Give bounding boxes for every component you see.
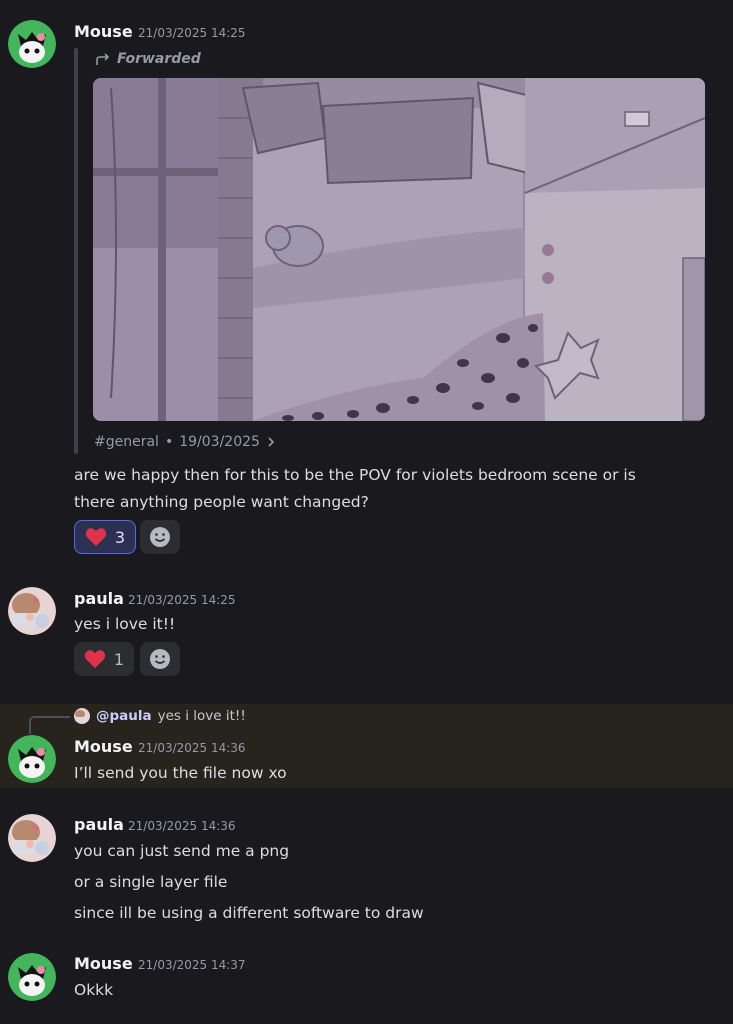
message-timestamp: 21/03/2025 14:36	[128, 819, 236, 833]
avatar-mouse[interactable]	[8, 20, 56, 68]
reaction-heart-button[interactable]: 3	[74, 520, 136, 554]
author-name[interactable]: paula	[74, 589, 124, 608]
forwarded-label: Forwarded	[117, 51, 201, 67]
message-text: since ill be using a different software …	[74, 904, 424, 922]
forwarded-header: Forwarded	[95, 51, 201, 67]
avatar-mouse[interactable]	[8, 735, 56, 783]
reply-text: yes i love it!!	[157, 708, 246, 724]
chevron-right-icon[interactable]	[266, 436, 276, 448]
heart-emoji-icon	[84, 650, 106, 669]
forward-source-date: 19/03/2025	[179, 434, 260, 450]
message-text: there anything people want changed?	[74, 493, 369, 511]
smiley-add-reaction-icon	[150, 527, 170, 547]
message-timestamp: 21/03/2025 14:36	[138, 741, 246, 755]
smiley-add-reaction-icon	[150, 649, 170, 669]
message-text: I’ll send you the file now xo	[74, 764, 287, 782]
avatar-paula[interactable]	[8, 587, 56, 635]
author-name[interactable]: Mouse	[74, 22, 133, 41]
message-text: you can just send me a png	[74, 842, 290, 860]
reply-mention[interactable]: @paula	[96, 708, 152, 724]
forwarded-image[interactable]	[93, 78, 705, 421]
separator-dot: •	[164, 434, 174, 450]
message-timestamp: 21/03/2025 14:37	[138, 958, 246, 972]
forward-source[interactable]: #general • 19/03/2025	[94, 434, 276, 450]
author-name[interactable]: Mouse	[74, 737, 133, 756]
message-text: Okkk	[74, 981, 114, 999]
message-text: yes i love it!!	[74, 615, 176, 633]
message-text: or a single layer file	[74, 873, 228, 891]
heart-emoji-icon	[85, 528, 107, 547]
reaction-count: 1	[113, 649, 125, 669]
forward-source-channel[interactable]: #general	[94, 434, 159, 450]
add-reaction-button[interactable]	[140, 520, 180, 554]
forward-arrow-icon	[96, 53, 110, 65]
forward-bar	[74, 48, 78, 454]
reaction-heart-button[interactable]: 1	[74, 642, 134, 676]
reply-spine	[29, 716, 70, 734]
message-timestamp: 21/03/2025 14:25	[138, 26, 246, 40]
author-name[interactable]: Mouse	[74, 954, 133, 973]
avatar-paula[interactable]	[8, 814, 56, 862]
reply-avatar	[74, 708, 90, 724]
message-timestamp: 21/03/2025 14:25	[128, 593, 236, 607]
message-text: are we happy then for this to be the POV…	[74, 466, 636, 484]
author-name[interactable]: paula	[74, 815, 124, 834]
reply-preview[interactable]: @paula yes i love it!!	[74, 708, 246, 724]
add-reaction-button[interactable]	[140, 642, 180, 676]
reaction-count: 3	[114, 527, 126, 547]
avatar-mouse[interactable]	[8, 953, 56, 1001]
